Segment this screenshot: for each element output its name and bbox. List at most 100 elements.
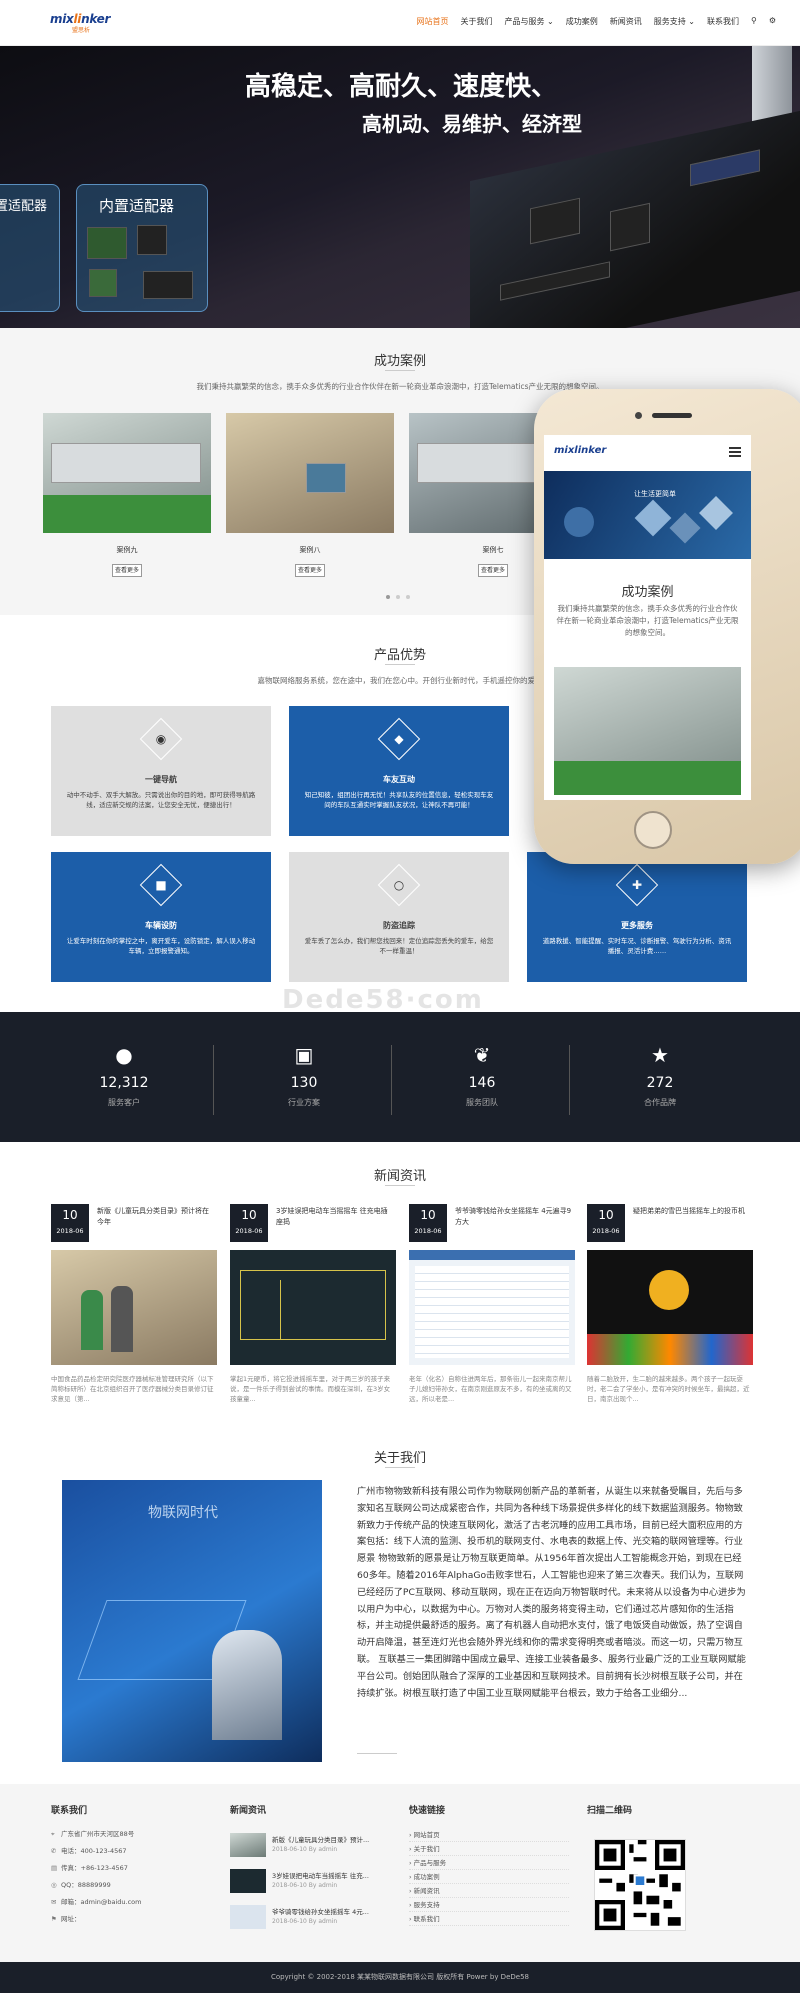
stat-label: 合作品牌 bbox=[644, 1098, 676, 1107]
news-image[interactable] bbox=[230, 1250, 396, 1365]
nav-item-contact[interactable]: 联系我们 bbox=[701, 16, 745, 27]
footer-links-list: › 网站首页 › 关于我们 › 产品与服务 › 成功案例 › 新闻资讯 › 服务… bbox=[409, 1828, 569, 1926]
news-image[interactable] bbox=[409, 1250, 575, 1365]
nav-item-support[interactable]: 服务支持 ⌄ bbox=[648, 16, 701, 27]
site-logo[interactable]: mixlinker 盟思析 bbox=[50, 12, 110, 34]
plus-icon: ✚ bbox=[631, 878, 643, 892]
contact-phone: ✆ 电话：400-123-4567 bbox=[51, 1843, 141, 1860]
watermark: Dede58·com bbox=[282, 985, 484, 1015]
footer-qr-title: 扫描二维码 bbox=[587, 1806, 633, 1816]
phone-hero-image: 让生活更简单 bbox=[544, 471, 751, 559]
news-date-badge: 10 2018-06 bbox=[587, 1204, 625, 1242]
phone-section-desc: 我们秉持共赢繁荣的信念，携手众多优秀的行业合作伙伴在新一轮商业革命浪潮中，打造T… bbox=[556, 604, 739, 637]
fax-icon: ▤ bbox=[51, 1864, 58, 1872]
footer-link-home[interactable]: › 网站首页 bbox=[409, 1828, 569, 1842]
carousel-dot[interactable] bbox=[396, 595, 400, 599]
case-image-9[interactable] bbox=[43, 413, 211, 533]
stat-divider bbox=[391, 1045, 392, 1115]
footer-news-thumb[interactable] bbox=[230, 1869, 266, 1893]
adapter-label-right: 内置适配器 bbox=[99, 197, 175, 215]
stat-value: 130 bbox=[290, 1075, 318, 1091]
nav-item-news[interactable]: 新闻资讯 bbox=[604, 16, 648, 27]
news-image[interactable] bbox=[51, 1250, 217, 1365]
nav-item-cases[interactable]: 成功案例 bbox=[560, 16, 604, 27]
nav-item-about[interactable]: 关于我们 bbox=[454, 16, 498, 27]
stat-value: 146 bbox=[468, 1075, 496, 1091]
advantage-desc: 让爱车时刻在你的掌控之中，离开爱车，设防锁定，解人误入移动车辆，立即报警通知。 bbox=[66, 937, 256, 955]
stat-value: 272 bbox=[646, 1075, 674, 1091]
footer-link-support[interactable]: › 服务支持 bbox=[409, 1898, 569, 1912]
footer-link-cases[interactable]: › 成功案例 bbox=[409, 1870, 569, 1884]
lock-icon: ■ bbox=[155, 878, 167, 892]
search-icon[interactable]: ⚲ bbox=[745, 16, 763, 27]
carousel-dot[interactable] bbox=[406, 595, 410, 599]
news-image[interactable] bbox=[587, 1250, 753, 1365]
footer-news-title[interactable]: 3岁娃误把电动车当摇摇车 往充... bbox=[272, 1870, 390, 1880]
phone-logo: mixlinker bbox=[554, 445, 607, 456]
footer-news-date: 2018-06-10 By admin bbox=[272, 1918, 338, 1925]
nav-item-home[interactable]: 网站首页 bbox=[410, 16, 454, 27]
users-icon: ● bbox=[115, 1043, 133, 1067]
carousel-dot-active[interactable] bbox=[386, 595, 390, 599]
news-item-title[interactable]: 3岁娃误把电动车当摇摇车 往充电插座捣 bbox=[276, 1206, 394, 1228]
news-title-divider bbox=[385, 1185, 415, 1186]
case-image-8[interactable] bbox=[226, 413, 394, 533]
footer-link-about[interactable]: › 关于我们 bbox=[409, 1842, 569, 1856]
stat-teams: ❦ 146 服务团队 bbox=[393, 1043, 571, 1108]
news-date-badge: 10 2018-06 bbox=[409, 1204, 447, 1242]
main-nav: 网站首页 关于我们 产品与服务 ⌄ 成功案例 新闻资讯 服务支持 ⌄ 联系我们 … bbox=[410, 16, 782, 27]
adapter-label-left: 置适配器 bbox=[0, 199, 48, 214]
news-title: 新闻资讯 bbox=[373, 1169, 426, 1184]
news-item-title[interactable]: 爷爷骑零钱给孙女坐摇摇车 4元遍寻9方大 bbox=[455, 1206, 573, 1228]
footer-link-news[interactable]: › 新闻资讯 bbox=[409, 1884, 569, 1898]
advantage-card-security[interactable]: ■ 车辆设防 让爱车时刻在你的掌控之中，离开爱车，设防锁定，解人误入移动车辆，立… bbox=[51, 852, 271, 982]
footer-news-item[interactable]: 3岁娃误把电动车当摇摇车 往充... 2018-06-10 By admin bbox=[230, 1869, 390, 1895]
settings-icon[interactable]: ⚙ bbox=[763, 16, 782, 27]
about-text: 广州市物物致新科技有限公司作为物联网创新产品的革新者，从诞生以来就备受瞩目，先后… bbox=[357, 1486, 746, 1699]
news-item-title[interactable]: 疑把弟弟的雪巴当摇摇车上的投币机 bbox=[633, 1206, 751, 1217]
advantage-card-interaction[interactable]: ◆ 车友互动 知己知彼，组团出行再无忧！共享队友的位置信息，轻松实现车友间的车队… bbox=[289, 706, 509, 836]
case-more-button[interactable]: 查看更多 bbox=[112, 564, 142, 577]
about-image-text: 物联网时代 bbox=[148, 1505, 218, 1521]
footer-link-contact[interactable]: › 联系我们 bbox=[409, 1912, 569, 1926]
advantage-card-navigation[interactable]: ◉ 一键导航 动中不动手、双手大解放。只需说出你的目的地，即可获得导航路线，适应… bbox=[51, 706, 271, 836]
advantage-card-more[interactable]: ✚ 更多服务 道路救援、智能提醒、实时车况、诊断报警、驾驶行为分析、资讯播报、灵… bbox=[527, 852, 747, 982]
news-item[interactable]: 10 2018-06 疑把弟弟的雪巴当摇摇车上的投币机 随着二胎放开，生二胎的越来… bbox=[587, 1204, 753, 1404]
footer-link-products[interactable]: › 产品与服务 bbox=[409, 1856, 569, 1870]
search-icon: ○ bbox=[393, 878, 405, 892]
hero-banner: 高稳定、高耐久、速度快、 高机动、易维护、经济型 置适配器 内置适配器 bbox=[0, 46, 800, 328]
news-item[interactable]: 10 2018-06 爷爷骑零钱给孙女坐摇摇车 4元遍寻9方大 老年（化名）自称住… bbox=[409, 1204, 575, 1404]
qq-icon: ◎ bbox=[51, 1881, 57, 1889]
news-item[interactable]: 10 2018-06 新版《儿童玩具分类目录》预计将在今年 中国食品药品检定研究院… bbox=[51, 1204, 217, 1404]
news-item-desc: 老年（化名）自称住进两年后，那条街儿一起来南京帮儿子儿媳妇带孙女，在南京刚逛原友… bbox=[409, 1375, 572, 1403]
footer-news-title[interactable]: 爷爷骑零钱给孙女坐摇摇车 4元... bbox=[272, 1906, 390, 1916]
news-item[interactable]: 10 2018-06 3岁娃误把电动车当摇摇车 往充电插座捣 掌起1元硬币，将它投… bbox=[230, 1204, 396, 1404]
footer-news-thumb[interactable] bbox=[230, 1833, 266, 1857]
contact-address: ⌖ 广东省广州市天河区88号 bbox=[51, 1826, 141, 1843]
case-label[interactable]: 案例八 bbox=[226, 545, 394, 555]
advantage-title: 防盗追踪 bbox=[383, 921, 415, 930]
nav-item-products[interactable]: 产品与服务 ⌄ bbox=[498, 16, 559, 27]
phone-home-button bbox=[634, 811, 672, 849]
case-more-button[interactable]: 查看更多 bbox=[295, 564, 325, 577]
cases-title: 成功案例 bbox=[373, 354, 426, 369]
banner-headline-1: 高稳定、高耐久、速度快、 bbox=[245, 72, 558, 102]
phone-icon: ✆ bbox=[51, 1847, 57, 1855]
case-label[interactable]: 案例九 bbox=[43, 545, 211, 555]
advantage-title: 车友互动 bbox=[383, 775, 415, 784]
footer-news-item[interactable]: 新版《儿童玩具分类目录》预计... 2018-06-10 By admin bbox=[230, 1833, 390, 1859]
stat-customers: ● 12,312 服务客户 bbox=[35, 1043, 213, 1108]
footer-news-thumb[interactable] bbox=[230, 1905, 266, 1929]
copyright-bar: Copyright © 2002-2018 某某物联网数据有限公司 版权所有 P… bbox=[0, 1962, 800, 1993]
advantage-title: 更多服务 bbox=[621, 921, 653, 930]
stat-solutions: ▣ 130 行业方案 bbox=[215, 1043, 393, 1108]
footer-news-title[interactable]: 新版《儿童玩具分类目录》预计... bbox=[272, 1834, 390, 1844]
hamburger-menu-icon[interactable] bbox=[729, 447, 741, 457]
phone-case-image bbox=[554, 667, 741, 795]
footer-news-item[interactable]: 爷爷骑零钱给孙女坐摇摇车 4元... 2018-06-10 By admin bbox=[230, 1905, 390, 1931]
case-more-button[interactable]: 查看更多 bbox=[478, 564, 508, 577]
qr-code-graphic bbox=[595, 1840, 685, 1930]
advantage-card-tracking[interactable]: ○ 防盗追踪 爱车丢了怎么办，我们帮您找回来！定位追踪您丢失的爱车，给您不一样重… bbox=[289, 852, 509, 982]
advantage-desc: 爱车丢了怎么办，我们帮您找回来！定位追踪您丢失的爱车，给您不一样重温！ bbox=[304, 937, 494, 955]
news-item-title[interactable]: 新版《儿童玩具分类目录》预计将在今年 bbox=[97, 1206, 215, 1228]
